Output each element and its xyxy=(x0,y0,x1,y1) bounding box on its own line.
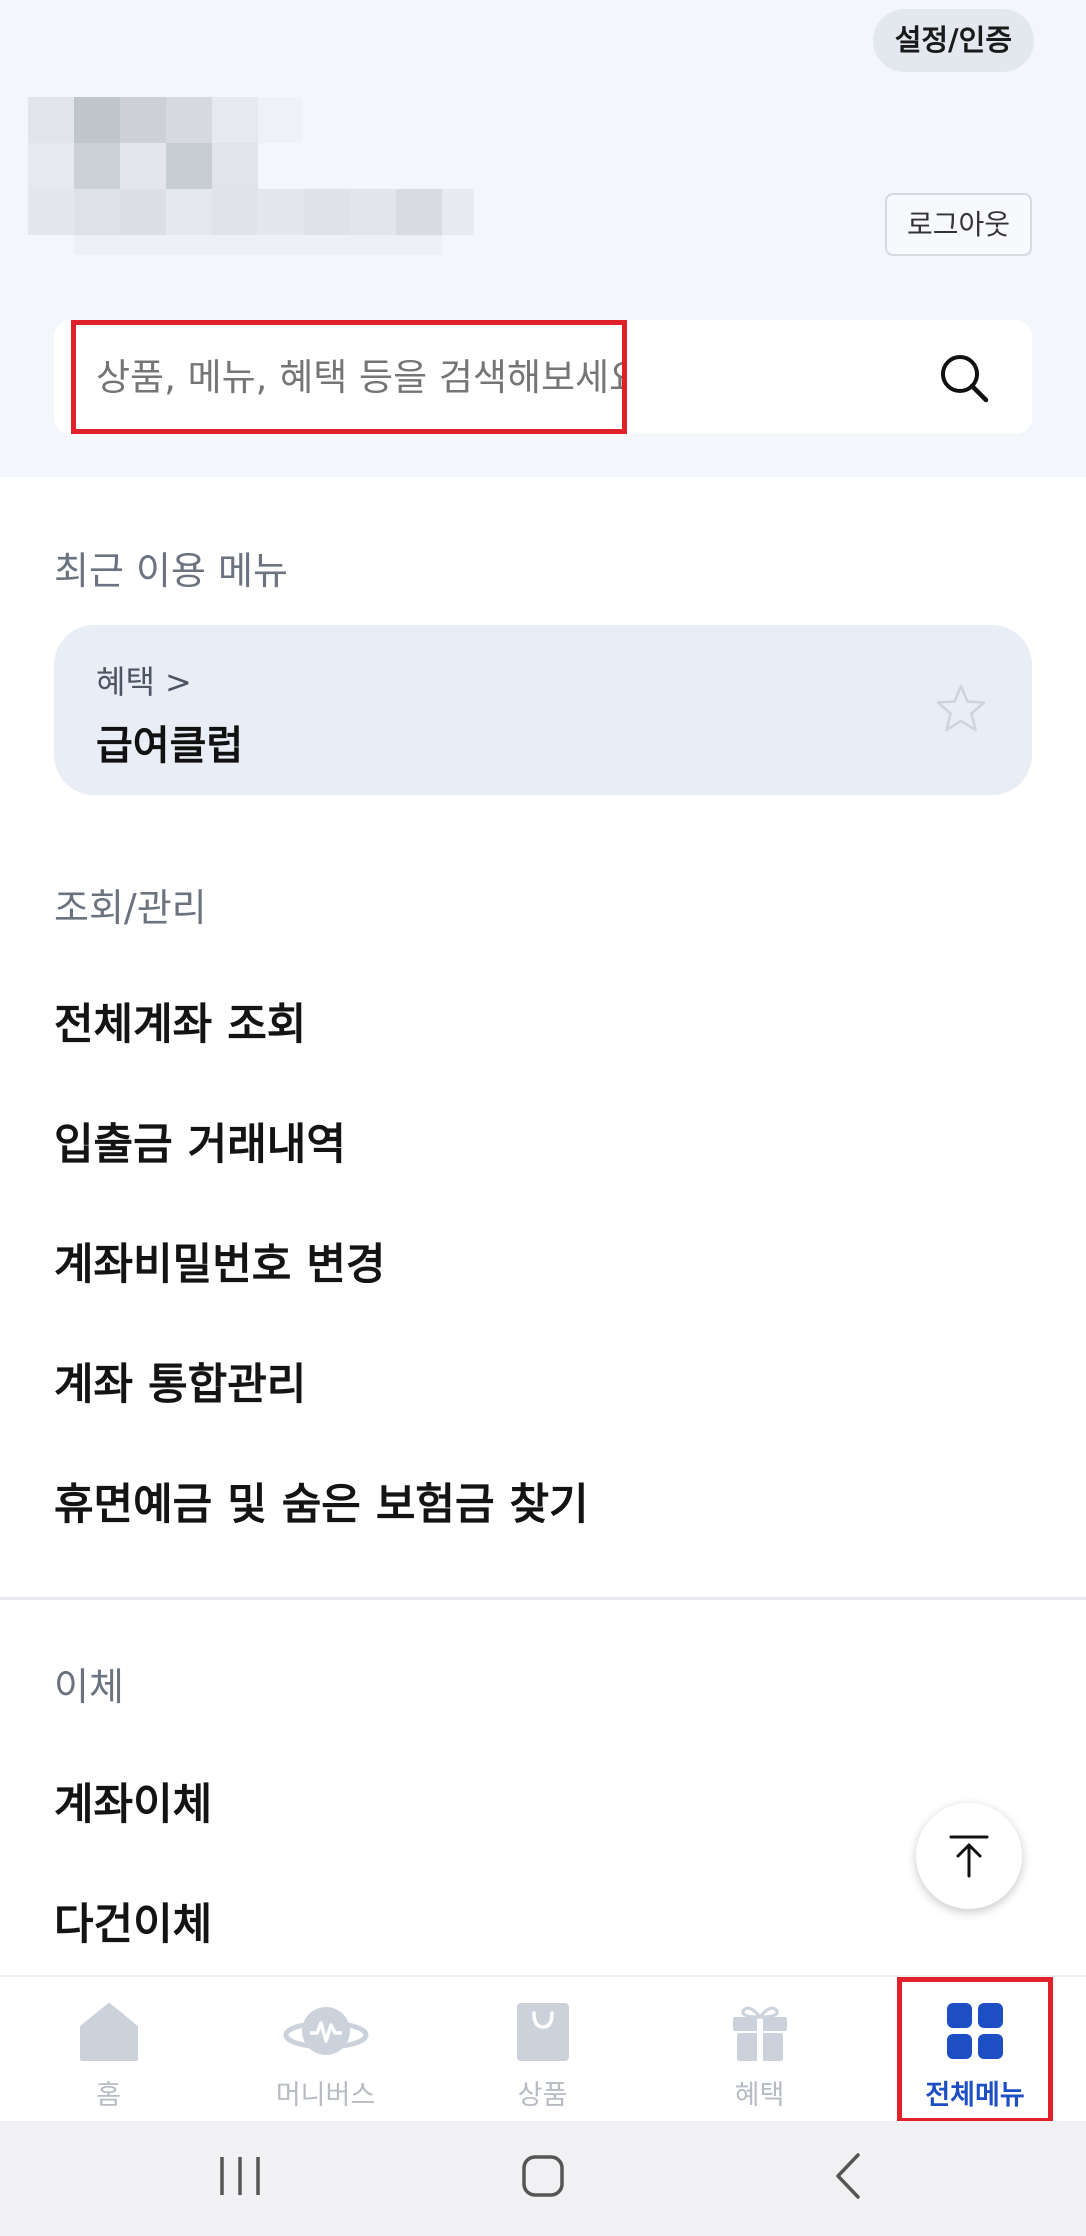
recent-menu-category: 혜택 > xyxy=(96,663,192,701)
tab-products[interactable]: 상품 xyxy=(434,1977,651,2123)
menu-item-dormant-deposits[interactable]: 휴면예금 및 숨은 보험금 찾기 xyxy=(54,1470,589,1532)
tab-all-menu[interactable]: 전체메뉴 xyxy=(897,1977,1053,2123)
tab-products-label: 상품 xyxy=(517,2080,568,2111)
scroll-to-top-button[interactable] xyxy=(916,1803,1022,1909)
logout-button[interactable]: 로그아웃 xyxy=(884,193,1032,256)
search-icon[interactable] xyxy=(938,352,990,404)
shopping-bag-icon xyxy=(516,2003,569,2061)
menu-item-multi-transfer[interactable]: 다건이체 xyxy=(54,1890,212,1952)
menu-item-change-password[interactable]: 계좌비밀번호 변경 xyxy=(54,1230,385,1292)
tab-moneyverse[interactable]: 머니버스 xyxy=(217,1977,434,2123)
system-navigation-bar xyxy=(0,2121,1086,2236)
planet-icon xyxy=(283,2007,368,2055)
menu-item-transactions[interactable]: 입출금 거래내역 xyxy=(54,1110,346,1172)
gift-icon xyxy=(732,2006,787,2061)
bottom-tab-bar: 홈 머니버스 상품 혜택 전체메뉴 xyxy=(0,1975,1086,2123)
tab-all-menu-label: 전체메뉴 xyxy=(925,2080,1025,2111)
tab-moneyverse-label: 머니버스 xyxy=(275,2080,376,2111)
settings-auth-button[interactable]: 설정/인증 xyxy=(872,9,1034,72)
section-title-transfer: 이체 xyxy=(54,1665,124,1709)
recent-apps-icon[interactable] xyxy=(218,2151,262,2201)
home-icon xyxy=(79,2003,138,2061)
grid-icon xyxy=(947,2003,1003,2059)
recent-menu-title: 최근 이용 메뉴 xyxy=(54,549,288,593)
header-area: 설정/인증 로그아웃 xyxy=(0,0,1086,477)
menu-item-account-transfer[interactable]: 계좌이체 xyxy=(54,1770,212,1832)
arrow-up-icon xyxy=(949,1835,989,1878)
tab-benefits[interactable]: 혜택 xyxy=(651,1977,868,2123)
tab-home-label: 홈 xyxy=(96,2080,121,2111)
section-divider xyxy=(0,1597,1086,1600)
home-circle-icon[interactable] xyxy=(520,2151,566,2201)
section-title-inquiry: 조회/관리 xyxy=(54,886,207,930)
recent-menu-card[interactable]: 혜택 > 급여클럽 xyxy=(54,625,1032,795)
menu-item-account-management[interactable]: 계좌 통합관리 xyxy=(54,1350,306,1412)
tab-benefits-label: 혜택 xyxy=(734,2080,785,2111)
recent-menu-name: 급여클럽 xyxy=(96,723,244,769)
tab-home[interactable]: 홈 xyxy=(0,1977,217,2123)
search-bar xyxy=(54,320,1032,434)
back-icon[interactable] xyxy=(830,2151,866,2201)
search-input[interactable] xyxy=(71,320,627,434)
menu-item-all-accounts[interactable]: 전체계좌 조회 xyxy=(54,990,306,1052)
star-icon[interactable] xyxy=(934,682,988,736)
